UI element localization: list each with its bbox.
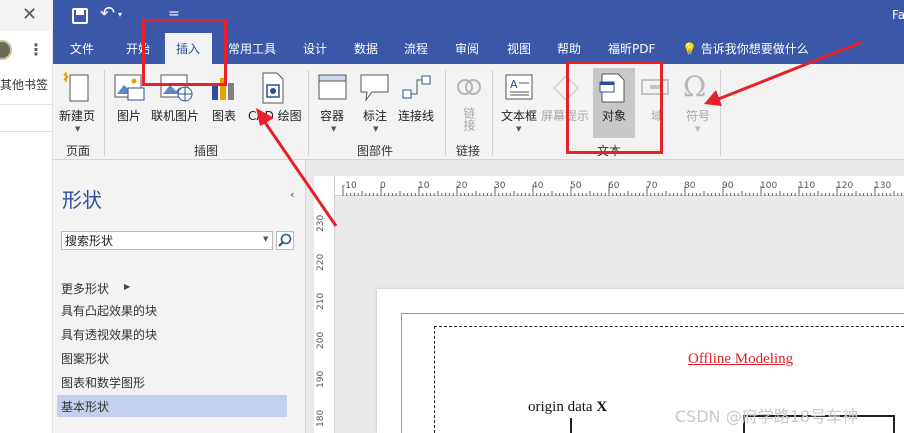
divider <box>104 70 105 156</box>
lightbulb-icon: 💡 <box>682 42 697 56</box>
browser-side-strip <box>0 0 53 433</box>
callout-icon[interactable] <box>360 74 390 102</box>
highlight-box-insert-tab <box>142 19 227 86</box>
ruler-tick-label: 100 <box>760 181 778 191</box>
group-label-illustrations: 插图 <box>194 144 219 158</box>
divider <box>308 70 309 156</box>
chevron-down-icon[interactable]: ▼ <box>695 125 700 133</box>
ruler-tick-label: 90 <box>722 181 734 191</box>
tab-common-tools[interactable]: 常用工具 <box>228 40 276 57</box>
stencil-item[interactable]: 具有凸起效果的块 <box>61 302 157 319</box>
window-title: Fa <box>892 8 904 22</box>
tab-foxit-pdf[interactable]: 福昕PDF <box>608 40 655 57</box>
ruler-tick-label: 60 <box>608 181 620 191</box>
group-label-pages: 页面 <box>66 144 91 158</box>
ruler-tick-label: 80 <box>684 181 696 191</box>
cad-drawing-icon[interactable] <box>260 72 286 104</box>
chart-button[interactable]: 图表 <box>212 107 236 124</box>
ruler-tick-label: 20 <box>456 181 468 191</box>
offline-modeling-label[interactable]: Offline Modeling <box>688 351 793 368</box>
picture-button[interactable]: 图片 <box>117 107 141 124</box>
cad-drawing-button[interactable]: CAD 绘图 <box>248 107 302 124</box>
online-picture-button[interactable]: 联机图片 <box>151 107 199 124</box>
tab-process[interactable]: 流程 <box>404 40 428 57</box>
stencil-item[interactable]: 图表和数学图形 <box>61 374 145 391</box>
callout-button[interactable]: 标注 <box>363 107 387 124</box>
divider <box>0 104 53 105</box>
ruler-tick-label: 190 <box>316 370 326 388</box>
tab-data[interactable]: 数据 <box>354 40 378 57</box>
divider <box>492 70 493 156</box>
close-icon[interactable]: ✕ <box>22 4 37 25</box>
origin-data-label[interactable]: origin data X <box>528 399 607 416</box>
divider <box>720 70 721 156</box>
link-button[interactable]: 链接 <box>461 107 478 131</box>
ruler-tick-label: 200 <box>316 331 326 349</box>
ruler-tick-label: 50 <box>570 181 582 191</box>
ruler-tick-label: 210 <box>316 292 326 310</box>
ruler-tick-label: 130 <box>874 181 892 191</box>
tell-me-box[interactable]: 💡 告诉我你想要做什么 <box>682 40 809 57</box>
stencil-item-active[interactable]: 基本形状 <box>61 398 109 415</box>
ruler-tick-label: 40 <box>532 181 544 191</box>
tab-review[interactable]: 审阅 <box>455 40 479 57</box>
svg-text:A: A <box>510 78 518 91</box>
watermark: CSDN @府学路18号车神 <box>675 407 859 426</box>
ruler-tick-label: 30 <box>494 181 506 191</box>
symbol-button[interactable]: 符号 <box>686 107 710 124</box>
ruler-tick-label: 230 <box>316 214 326 232</box>
tell-me-label: 告诉我你想要做什么 <box>700 42 809 56</box>
stencil-item[interactable]: 图案形状 <box>61 350 109 367</box>
tab-design[interactable]: 设计 <box>303 40 327 57</box>
connector-icon[interactable] <box>402 74 432 102</box>
chevron-down-icon[interactable]: ▼ <box>373 125 378 133</box>
stencil-item[interactable]: 具有透视效果的块 <box>61 326 157 343</box>
ruler-tick-label: 120 <box>836 181 854 191</box>
connector-button[interactable]: 连接线 <box>398 107 434 124</box>
ruler-tick-label: 10 <box>418 181 430 191</box>
collapse-pane-icon[interactable]: ‹ <box>290 188 294 201</box>
search-button[interactable] <box>276 231 294 250</box>
search-shapes-input[interactable] <box>61 231 273 250</box>
ruler-tick-label: -10 <box>342 181 357 191</box>
new-page-icon[interactable] <box>62 71 92 103</box>
chevron-down-icon[interactable]: ▼ <box>75 125 80 133</box>
textbox-icon[interactable]: A <box>505 74 535 102</box>
chevron-down-icon[interactable]: ▼ <box>516 125 521 133</box>
ruler-tick-label: 220 <box>316 253 326 271</box>
container-button[interactable]: 容器 <box>320 107 344 124</box>
highlight-box-object <box>566 61 663 154</box>
textbox-button[interactable]: 文本框 <box>501 107 537 124</box>
other-bookmarks[interactable]: 其他书签 <box>0 76 48 93</box>
ruler-tick-label: 110 <box>798 181 816 191</box>
ruler-tick-label: 180 <box>316 409 326 427</box>
tab-view[interactable]: 视图 <box>507 40 531 57</box>
chevron-down-icon[interactable]: ▾ <box>118 10 122 19</box>
ruler-tick-label: 0 <box>380 181 386 191</box>
tab-file[interactable]: 文件 <box>70 40 94 57</box>
undo-icon[interactable]: ↶ <box>100 3 115 24</box>
chevron-down-icon[interactable]: ▼ <box>263 235 268 243</box>
omega-icon[interactable]: Ω <box>683 70 706 103</box>
more-shapes-item[interactable]: 更多形状 <box>61 280 109 297</box>
group-label-diagram-parts: 图部件 <box>357 144 394 158</box>
divider <box>445 70 446 156</box>
ruler-tick-label: 70 <box>646 181 658 191</box>
connector-line[interactable] <box>570 418 572 433</box>
more-menu-icon[interactable]: ⋮ <box>28 40 44 59</box>
ruler-corner <box>314 176 335 196</box>
new-page-button[interactable]: 新建页 <box>59 107 95 124</box>
chevron-down-icon[interactable]: ▼ <box>331 125 336 133</box>
tab-help[interactable]: 帮助 <box>557 40 581 57</box>
search-icon <box>278 233 292 247</box>
divider <box>0 131 53 132</box>
link-icon[interactable] <box>455 74 483 102</box>
save-icon[interactable] <box>72 8 88 24</box>
group-label-links: 链接 <box>456 144 481 158</box>
pane-title: 形状 <box>62 188 102 212</box>
container-icon[interactable] <box>318 74 348 102</box>
chevron-right-icon[interactable]: ▶ <box>124 282 130 291</box>
